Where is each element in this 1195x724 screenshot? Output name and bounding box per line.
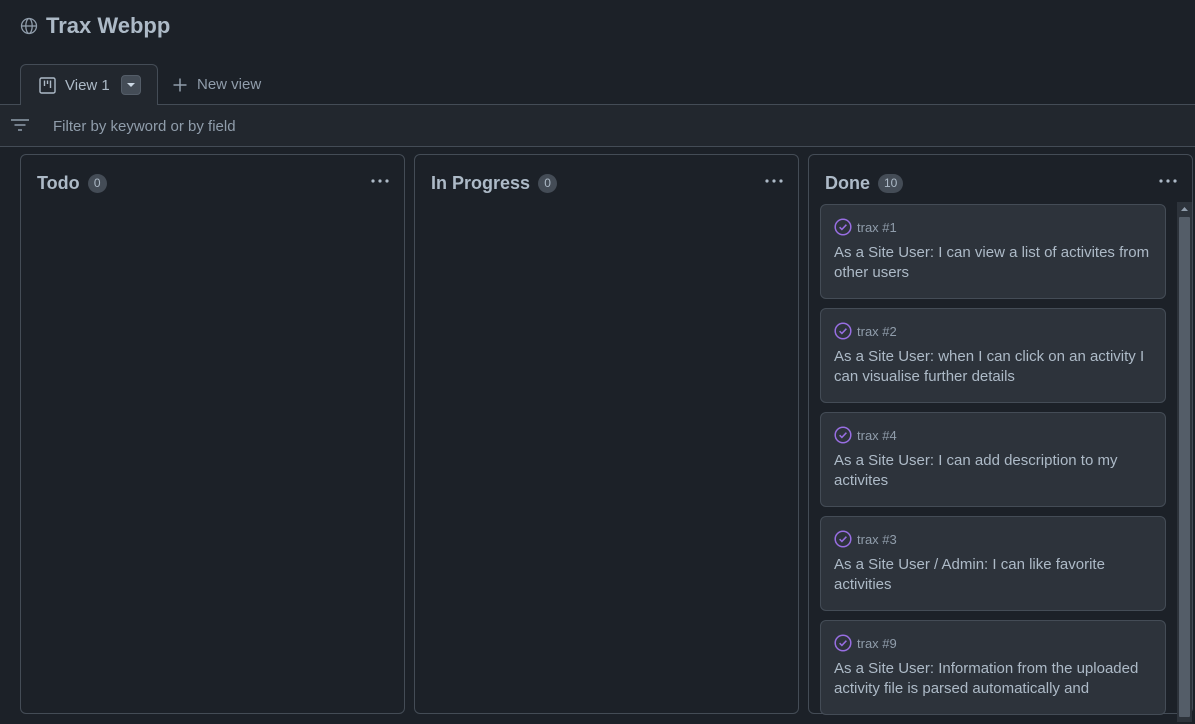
card-title: As a Site User: Information from the upl… bbox=[834, 660, 1139, 697]
kebab-horizontal-icon bbox=[371, 179, 389, 183]
issue-card[interactable]: trax #9 As a Site User: Information from… bbox=[820, 620, 1166, 715]
column-menu-button[interactable] bbox=[764, 171, 784, 191]
column-title: Todo bbox=[37, 172, 80, 193]
card-title: As a Site User: when I can click on an a… bbox=[834, 348, 1145, 385]
card-meta: trax #2 bbox=[834, 321, 897, 341]
closed-issue-icon bbox=[834, 218, 852, 236]
kebab-horizontal-icon bbox=[1159, 179, 1177, 183]
view-tabs: View 1 New view bbox=[0, 64, 1195, 105]
card-title: As a Site User: I can add description to… bbox=[834, 452, 1118, 489]
project-title-text: Trax Webpp bbox=[46, 13, 171, 38]
card-meta: trax #4 bbox=[834, 425, 897, 445]
kebab-horizontal-icon bbox=[765, 179, 783, 183]
card-list: trax #1 As a Site User: I can view a lis… bbox=[820, 204, 1166, 724]
column-title: In Progress bbox=[431, 172, 531, 193]
column-header: In Progress 0 bbox=[431, 171, 558, 195]
card-title: As a Site User: I can view a list of act… bbox=[834, 244, 1150, 281]
column-count-badge: 0 bbox=[87, 173, 107, 193]
issue-ref[interactable]: trax #1 bbox=[857, 220, 897, 235]
card-meta: trax #3 bbox=[834, 529, 897, 549]
board-icon bbox=[39, 76, 56, 94]
card-meta: trax #9 bbox=[834, 633, 897, 653]
column-in-progress: In Progress 0 bbox=[414, 154, 799, 714]
column-done: Done 10 trax #1 As a Site User: I can vi… bbox=[808, 154, 1193, 722]
issue-card[interactable]: trax #1 As a Site User: I can view a lis… bbox=[820, 204, 1166, 299]
issue-card[interactable]: trax #2 As a Site User: when I can click… bbox=[820, 308, 1166, 403]
closed-issue-icon bbox=[834, 426, 852, 444]
scrollbar-thumb[interactable] bbox=[1179, 217, 1190, 717]
column-menu-button[interactable] bbox=[1158, 171, 1178, 191]
project-title: Trax Webpp bbox=[20, 12, 170, 40]
filter-icon[interactable] bbox=[10, 117, 30, 135]
plus-icon bbox=[172, 77, 188, 93]
tab-label: View 1 bbox=[65, 76, 110, 94]
closed-issue-icon bbox=[834, 530, 852, 548]
column-header: Todo 0 bbox=[37, 171, 107, 195]
filter-bar bbox=[0, 105, 1195, 147]
issue-ref[interactable]: trax #3 bbox=[857, 532, 897, 547]
issue-card[interactable]: trax #3 As a Site User / Admin: I can li… bbox=[820, 516, 1166, 611]
column-count-badge: 0 bbox=[538, 173, 558, 193]
triangle-down-icon bbox=[126, 83, 135, 87]
column-todo: Todo 0 bbox=[20, 154, 405, 714]
card-meta: trax #1 bbox=[834, 217, 897, 237]
filter-input[interactable] bbox=[40, 111, 1180, 141]
column-count-badge: 10 bbox=[878, 173, 904, 193]
project-header: Trax Webpp bbox=[0, 0, 1195, 64]
new-view-button[interactable]: New view bbox=[172, 64, 261, 105]
column-header: Done 10 bbox=[825, 171, 904, 195]
closed-issue-icon bbox=[834, 634, 852, 652]
issue-ref[interactable]: trax #4 bbox=[857, 428, 897, 443]
tab-view-1[interactable]: View 1 bbox=[20, 64, 158, 105]
issue-card[interactable]: trax #4 As a Site User: I can add descri… bbox=[820, 412, 1166, 507]
new-view-label: New view bbox=[197, 76, 262, 93]
view-options-button[interactable] bbox=[120, 75, 141, 95]
column-menu-button[interactable] bbox=[370, 171, 390, 191]
column-scrollbar[interactable] bbox=[1177, 202, 1192, 722]
closed-issue-icon bbox=[834, 322, 852, 340]
issue-ref[interactable]: trax #9 bbox=[857, 636, 897, 651]
scroll-up-arrow-icon[interactable] bbox=[1177, 202, 1192, 216]
column-title: Done bbox=[825, 172, 870, 193]
issue-ref[interactable]: trax #2 bbox=[857, 324, 897, 339]
card-title: As a Site User / Admin: I can like favor… bbox=[834, 556, 1105, 593]
globe-icon bbox=[20, 17, 38, 35]
